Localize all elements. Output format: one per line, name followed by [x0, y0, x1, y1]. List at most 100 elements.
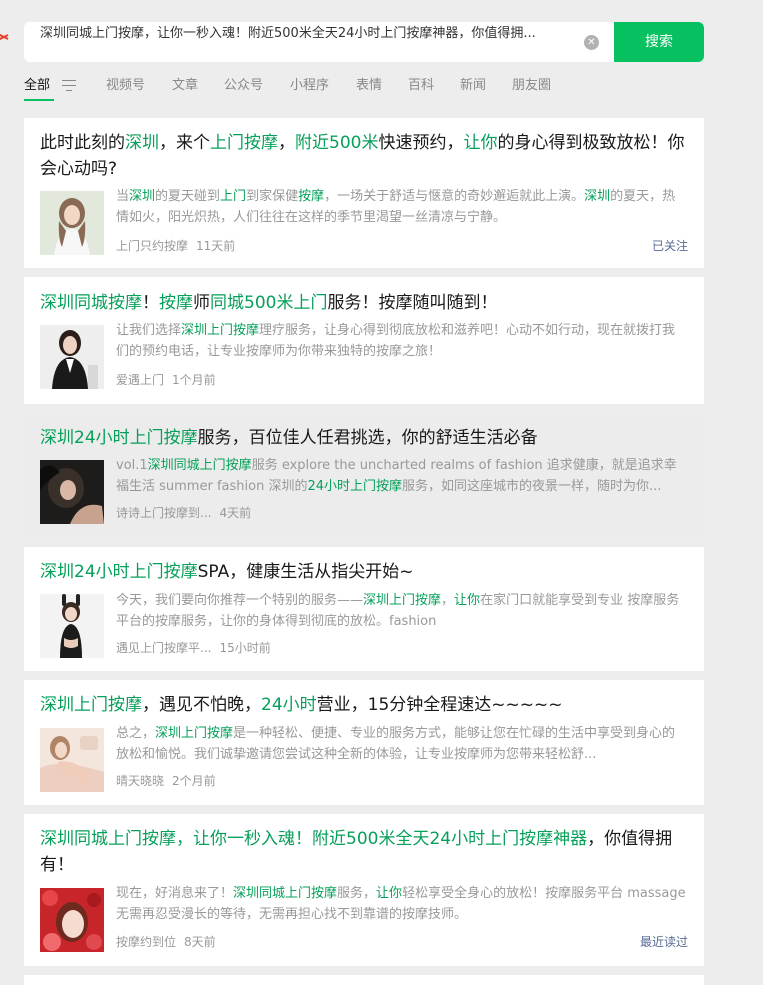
highlight-keyword: 深圳同城上门按摩 [147, 458, 252, 473]
tab-channels[interactable]: 视频号 [106, 76, 145, 96]
woman-photo-icon [40, 594, 104, 658]
highlight-keyword: 上门 [220, 189, 247, 204]
highlight-keyword: 24小时上门按摩 [307, 479, 402, 494]
woman-photo-icon [40, 325, 104, 389]
text-segment: 此时此刻的 [40, 133, 125, 153]
tab-official-accounts[interactable]: 公众号 [224, 76, 263, 96]
result-time: 4天前 [219, 506, 252, 520]
text-segment: vol.1 [116, 458, 148, 473]
text-segment: ！ [142, 293, 159, 313]
text-segment: 今天，我们要向你推荐一个特别的服务—— [116, 593, 364, 608]
tab-all[interactable]: 全部 [24, 76, 50, 96]
result-source[interactable]: 上门只约按摩 [116, 239, 188, 253]
highlight-keyword: 深圳24小时上门按摩 [40, 428, 198, 448]
text-segment: 现在，好消息来了！ [116, 886, 234, 901]
search-input[interactable]: 深圳同城上门按摩，让你一秒入魂！附近500米全天24小时上门按摩神器，你值得拥.… [24, 22, 614, 62]
search-button[interactable]: 搜索 [614, 22, 704, 62]
text-segment: 服务，百位佳人任君挑选，你的舒适生活必备 [197, 428, 538, 448]
highlight-keyword: 按摩 [298, 189, 325, 204]
result-title[interactable]: 深圳24小时上门按摩服务，百位佳人任君挑选，你的舒适生活必备 [40, 425, 686, 451]
result-snippet: 现在，好消息来了！深圳同城上门按摩服务，让你轻松享受全身心的放松！按摩服务平台 … [116, 883, 688, 925]
woman-photo-icon [40, 460, 104, 524]
text-segment: 服务， [337, 886, 377, 901]
highlight-keyword: 深圳上门按摩 [181, 323, 260, 338]
text-segment: 服务！按摩随叫随到！ [327, 293, 498, 313]
result-time: 8天前 [184, 935, 216, 949]
text-segment: ，来个 [159, 133, 210, 153]
result-card[interactable]: 深圳同城上门按摩，让你一秒入魂！附近500米全天24小时上门按摩神器，你值得拥有… [24, 814, 704, 966]
highlight-keyword: 上门按摩 [210, 133, 278, 153]
tab-moments[interactable]: 朋友圈 [512, 76, 551, 96]
filter-icon[interactable] [62, 80, 76, 91]
tab-stickers[interactable]: 表情 [356, 76, 382, 96]
result-time: 2个月前 [172, 774, 216, 788]
tab-mini-programs[interactable]: 小程序 [290, 76, 329, 96]
result-title[interactable]: 深圳同城上门按摩，让你一秒入魂！附近500米全天24小时上门按摩神器，你值得拥有… [40, 826, 686, 878]
tab-articles[interactable]: 文章 [172, 76, 198, 96]
result-source[interactable]: 晴天晓晓 [116, 774, 164, 788]
tab-encyclopedia[interactable]: 百科 [408, 76, 434, 96]
woman-photo-icon [40, 191, 104, 255]
text-segment: ， [441, 593, 455, 608]
result-title[interactable]: 深圳同城按摩！按摩师同城500米上门服务！按摩随叫随到！ [40, 290, 686, 316]
highlight-keyword: 让你 [463, 133, 498, 153]
highlight-keyword: 深圳同城上门按摩 [233, 886, 338, 901]
highlight-keyword: 让你 [454, 593, 481, 608]
result-card[interactable]: 深圳24小时上门按摩服务，百位佳人任君挑选，你的舒适生活必备 vol.1深圳同城… [24, 413, 704, 538]
text-segment: 服务，如同这座城市的夜景一样，随时为你... [402, 479, 662, 494]
result-snippet: vol.1深圳同城上门按摩服务 explore the uncharted re… [116, 455, 688, 497]
result-source[interactable]: 遇见上门按摩平... [116, 641, 211, 655]
woman-photo-icon [40, 728, 104, 792]
result-time: 15小时前 [219, 641, 271, 655]
result-meta: 上门只约按摩 11天前 [116, 237, 235, 254]
clear-icon[interactable]: ✕ [584, 35, 599, 50]
result-title[interactable]: 此时此刻的深圳，来个上门按摩，附近500米快速预约，让你的身心得到极致放松！你会… [40, 130, 686, 182]
result-snippet: 当深圳的夏天碰到上门到家保健按摩，一场关于舒适与惬意的奇妙邂逅就此上演。深圳的夏… [116, 186, 688, 228]
result-source[interactable]: 诗诗上门按摩到... [116, 506, 211, 520]
text-segment: 当 [116, 189, 130, 204]
result-meta: 爱遇上门 1个月前 [116, 371, 216, 388]
text-segment: 总之， [116, 726, 156, 741]
highlight-keyword: 同城500米上门 [210, 293, 328, 313]
result-source[interactable]: 按摩约到位 [116, 935, 176, 949]
highlight-keyword: 深圳上门按摩 [40, 695, 142, 715]
text-segment: 到家保健 [246, 189, 299, 204]
result-card[interactable]: 此时此刻的深圳，来个上门按摩，附近500米快速预约，让你的身心得到极致放松！你会… [24, 118, 704, 268]
text-segment: ，一场关于舒适与惬意的奇妙邂逅就此上演。 [324, 189, 585, 204]
text-segment: ， [278, 133, 295, 153]
highlight-keyword: 深圳上门按摩 [363, 593, 442, 608]
result-time: 11天前 [196, 239, 236, 253]
result-thumbnail[interactable] [40, 888, 104, 952]
result-source[interactable]: 爱遇上门 [116, 373, 164, 387]
result-thumbnail[interactable] [40, 460, 104, 524]
followed-badge: 已关注 [651, 239, 688, 253]
tab-news[interactable]: 新闻 [460, 76, 486, 96]
text-segment: ，遇见不怕晚， [142, 695, 261, 715]
highlight-keyword: 按摩 [159, 293, 193, 313]
highlight-keyword: 附近500米 [295, 133, 379, 153]
highlight-keyword: 深圳同城按摩 [40, 293, 142, 313]
result-thumbnail[interactable] [40, 728, 104, 792]
recently-read-badge: 最近读过 [639, 935, 688, 949]
text-segment: 师 [193, 293, 210, 313]
result-title[interactable]: 深圳24小时上门按摩SPA，健康生活从指尖开始~ [40, 559, 686, 585]
result-thumbnail[interactable] [40, 191, 104, 255]
tab-active-underline [24, 99, 54, 101]
result-card[interactable]: 深圳上门按摩，遇见不怕晚，24小时营业，15分钟全程速达~~~~~ 总之，深圳上… [24, 680, 704, 805]
result-thumbnail[interactable] [40, 594, 104, 658]
highlight-keyword: 深圳上门按摩 [155, 726, 234, 741]
result-snippet: 今天，我们要向你推荐一个特别的服务——深圳上门按摩，让你在家门口就能享受到专业 … [116, 590, 688, 632]
result-thumbnail[interactable] [40, 325, 104, 389]
result-card[interactable] [24, 975, 704, 985]
result-card[interactable]: 深圳同城按摩！按摩师同城500米上门服务！按摩随叫随到！ 让我们选择深圳上门按摩… [24, 277, 704, 404]
result-card[interactable]: 深圳24小时上门按摩SPA，健康生活从指尖开始~ 今天，我们要向你推荐一个特别的… [24, 547, 704, 671]
text-segment: 的夏天碰到 [155, 189, 221, 204]
highlight-keyword: 深圳 [129, 189, 156, 204]
woman-photo-icon [40, 888, 104, 952]
text-segment: 让我们选择 [116, 323, 182, 338]
highlight-keyword: 深圳24小时上门按摩 [40, 562, 198, 582]
text-segment: 快速预约， [378, 133, 464, 153]
result-title[interactable]: 深圳上门按摩，遇见不怕晚，24小时营业，15分钟全程速达~~~~~ [40, 692, 686, 718]
result-meta: 遇见上门按摩平... 15小时前 [116, 639, 271, 656]
result-snippet: 让我们选择深圳上门按摩理疗服务，让身心得到彻底放松和滋养吧！心动不如行动，现在就… [116, 320, 688, 362]
